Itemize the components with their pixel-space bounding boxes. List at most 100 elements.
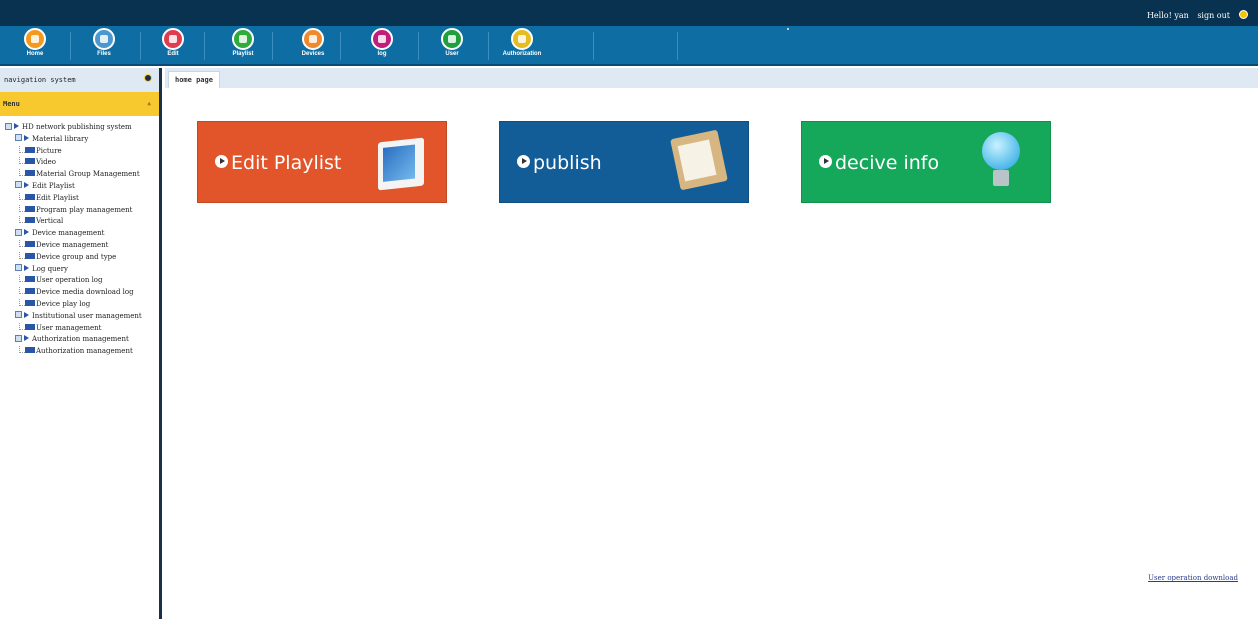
collapse-icon[interactable] [15, 134, 22, 142]
nav-authorization-label: Authorization [502, 51, 542, 57]
nav-separator [593, 32, 594, 60]
collapse-icon[interactable] [15, 311, 22, 319]
app-window: Hello! yan sign out Home Files Edit Play… [0, 0, 1258, 619]
arrow-right-icon [24, 311, 29, 318]
user-greeting: Hello! yan sign out [1141, 11, 1230, 20]
edit-playlist-tile-label: Edit Playlist [215, 152, 341, 174]
collapse-icon[interactable] [15, 228, 22, 236]
tree-node-material-library[interactable]: Material library [0, 134, 159, 146]
tree-label: Authorization management [36, 347, 133, 356]
page-icon [25, 217, 35, 224]
tree-item-authorization-management[interactable]: Authorization management [0, 346, 159, 358]
authorization-icon [511, 28, 533, 50]
lightbulb-globe-icon [972, 130, 1028, 190]
tree-label: Device media download log [36, 288, 134, 297]
user-operation-download-link[interactable]: User operation download [1148, 574, 1238, 582]
tree-node-root[interactable]: HD network publishing system [0, 122, 159, 134]
tree-item-user-management[interactable]: User management [0, 322, 159, 335]
arrow-right-icon [24, 335, 29, 342]
device-info-tile[interactable]: decive info [801, 121, 1051, 203]
nav-separator [70, 32, 71, 60]
main-content: home page Edit Playlist publish decive i… [165, 68, 1258, 619]
nav-playlist[interactable]: Playlist [211, 28, 275, 64]
page-icon [25, 323, 35, 330]
tree-label: User management [36, 323, 102, 332]
device-info-text: decive info [835, 152, 940, 174]
monitor-icon [378, 137, 424, 191]
signout-link[interactable]: sign out [1197, 11, 1230, 20]
nav-separator [418, 32, 419, 60]
tree-label: Authorization management [32, 335, 129, 344]
tree-item-user-operation-log[interactable]: User operation log [0, 275, 159, 287]
publish-tile[interactable]: publish [499, 121, 749, 203]
page-icon [25, 276, 35, 283]
nav-edit[interactable]: Edit [141, 28, 205, 64]
nav-separator [488, 32, 489, 60]
tree-label: Material library [32, 134, 89, 143]
nav-user[interactable]: User [420, 28, 484, 64]
tree-label: Edit Playlist [32, 181, 75, 190]
tree-item-device-group[interactable]: Device group and type [0, 251, 159, 264]
arrow-right-icon [24, 229, 29, 236]
collapse-icon[interactable] [5, 122, 12, 130]
arrow-right-icon [24, 181, 29, 188]
arrow-right-icon [14, 123, 19, 129]
sidebar-title-text: navigation system [4, 76, 76, 84]
tree-node-device-management[interactable]: Device management [0, 228, 159, 240]
main-nav: Home Files Edit Playlist Devices log Use… [0, 26, 1258, 66]
files-icon [93, 28, 115, 50]
greeting-text: Hello! yan [1146, 11, 1189, 20]
tree-item-device-management[interactable]: Device management [0, 239, 159, 252]
tree-node-log-query[interactable]: Log query [0, 264, 159, 276]
edit-playlist-tile[interactable]: Edit Playlist [197, 121, 447, 203]
bulb-base-part [993, 170, 1009, 186]
nav-files[interactable]: Files [72, 28, 136, 64]
tree-item-edit-playlist[interactable]: Edit Playlist [0, 192, 159, 205]
collapse-icon[interactable] [15, 181, 22, 189]
tree-item-video[interactable]: Video [0, 157, 159, 169]
nav-separator [272, 32, 273, 60]
tree-node-edit-playlist[interactable]: Edit Playlist [0, 181, 159, 193]
top-bar: Hello! yan sign out [0, 0, 1258, 26]
page-icon [25, 299, 35, 306]
tree-label: Program play management [36, 205, 133, 214]
signout-icon[interactable] [1239, 10, 1248, 19]
nav-playlist-label: Playlist [232, 51, 254, 57]
page-icon [25, 288, 35, 295]
log-icon [371, 28, 393, 50]
edit-icon [162, 28, 184, 50]
tree-node-institutional-user[interactable]: Institutional user management [0, 311, 159, 323]
stray-dot [787, 28, 789, 30]
arrow-right-icon [24, 134, 29, 141]
tab-strip: home page [165, 68, 1258, 88]
tree-label: User operation log [36, 276, 103, 285]
tree-item-media-download-log[interactable]: Device media download log [0, 287, 159, 299]
tree-item-material-group[interactable]: Material Group Management [0, 169, 159, 181]
nav-log[interactable]: log [350, 28, 414, 64]
tree-label: Device management [36, 240, 109, 249]
home-icon [24, 28, 46, 50]
tab-home-page[interactable]: home page [168, 71, 220, 88]
tree-item-picture[interactable]: Picture [0, 145, 159, 158]
nav-devices[interactable]: Devices [281, 28, 345, 64]
nav-files-label: Files [97, 51, 111, 57]
tree-item-program-play[interactable]: Program play management [0, 204, 159, 217]
tree-item-vertical[interactable]: Vertical [0, 216, 159, 228]
publish-text: publish [533, 152, 602, 174]
nav-home[interactable]: Home [3, 28, 67, 64]
tree-label: Material Group Management [36, 170, 140, 179]
nav-authorization[interactable]: Authorization [490, 28, 554, 64]
caret-up-icon: ▲ [147, 100, 151, 107]
tree-item-device-play-log[interactable]: Device play log [0, 298, 159, 311]
nav-log-label: log [377, 51, 387, 57]
page-icon [25, 347, 35, 354]
collapse-sidebar-icon[interactable] [144, 74, 152, 82]
tree-label: Edit Playlist [36, 193, 79, 202]
tree-label: HD network publishing system [22, 123, 132, 131]
collapse-icon[interactable] [15, 334, 22, 342]
collapse-icon[interactable] [15, 264, 22, 272]
bulb-globe-part [982, 132, 1020, 170]
nav-user-label: User [445, 51, 459, 57]
menu-header[interactable]: Menu ▲ [0, 92, 159, 116]
tree-node-authorization[interactable]: Authorization management [0, 334, 159, 346]
